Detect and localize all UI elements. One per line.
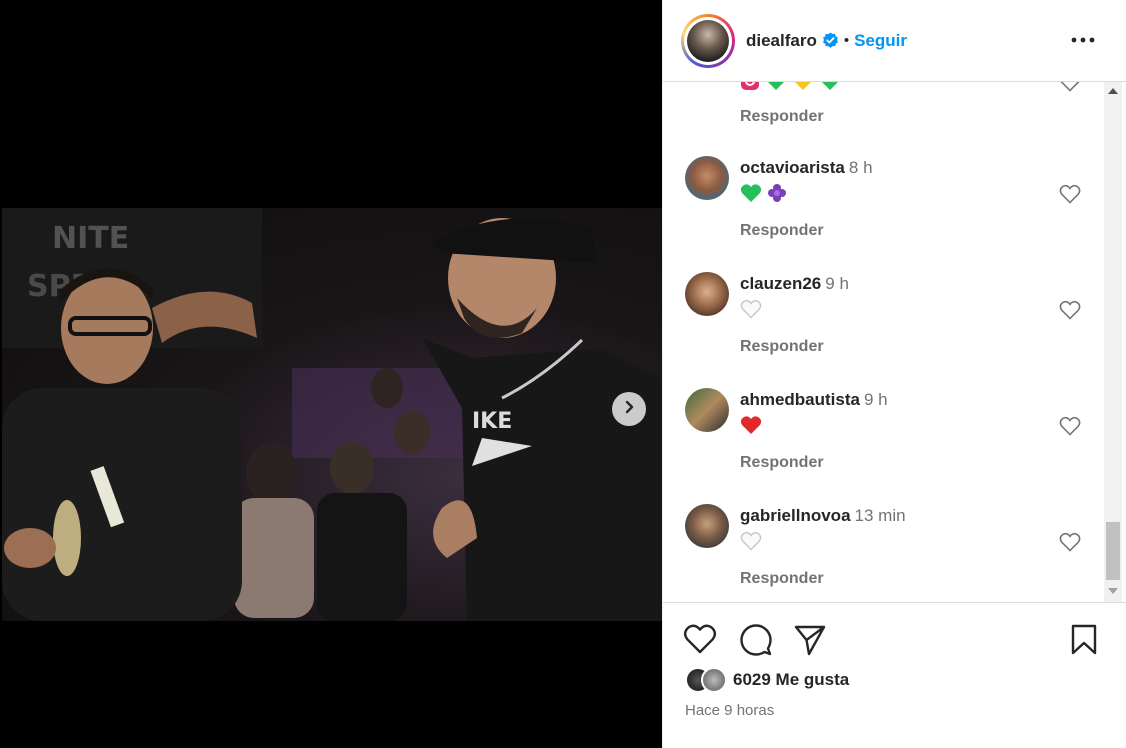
avatar (701, 667, 727, 693)
heart-icon (1059, 82, 1081, 96)
next-photo-button[interactable] (612, 392, 646, 426)
heart-icon (1059, 532, 1081, 556)
reply-button[interactable]: Responder (740, 570, 824, 588)
comments-list: Responder octavioarista 8 h Responder cla… (663, 82, 1104, 602)
scroll-up-arrow-icon[interactable] (1108, 88, 1118, 94)
author-avatar[interactable] (681, 13, 735, 68)
comment-time: 13 min (854, 506, 906, 525)
comment-like-button[interactable] (1059, 416, 1081, 438)
likes-summary[interactable]: 6029 Me gusta (685, 667, 849, 693)
likes-count[interactable]: 6029 Me gusta (733, 670, 849, 690)
bookmark-icon (1069, 624, 1099, 661)
comment-username[interactable]: clauzen26 9 h (740, 274, 849, 294)
heart-icon (1059, 416, 1081, 440)
comment-item: ahmedbautista 9 h Responder (685, 388, 1085, 498)
comment-emojis (740, 531, 762, 556)
chevron-right-icon (622, 400, 636, 419)
comment-time: 8 h (848, 158, 873, 177)
author-username[interactable]: diealfaro (746, 31, 817, 51)
yellow-heart-icon (792, 82, 814, 96)
post-header: diealfaro • Seguir (663, 0, 1126, 82)
comment-like-button[interactable] (1059, 184, 1081, 206)
green-heart-icon (740, 183, 762, 208)
header-separator: • (843, 32, 850, 49)
post-media: NITE SPRT IKE (0, 0, 662, 748)
comment-time: 9 h (825, 274, 849, 293)
svg-text:IKE: IKE (472, 409, 512, 434)
more-options-icon (1071, 30, 1095, 48)
reply-button[interactable]: Responder (740, 338, 824, 356)
save-button[interactable] (1069, 623, 1103, 657)
post-actions: 6029 Me gusta Hace 9 horas (663, 602, 1126, 748)
purple-flower-icon (767, 183, 787, 208)
comment-username[interactable]: gabriellnovoa 13 min (740, 506, 906, 526)
white-heart-icon (740, 531, 762, 556)
comment-like-button[interactable] (1059, 532, 1081, 554)
comment-like-button[interactable] (1059, 82, 1081, 94)
svg-text:NITE: NITE (52, 221, 129, 256)
share-button[interactable] (793, 623, 827, 657)
green-heart-icon (819, 82, 841, 96)
heart-icon (1059, 300, 1081, 324)
post-photo: NITE SPRT IKE (2, 208, 662, 621)
comment-emojis (740, 299, 762, 324)
comment-like-button[interactable] (1059, 300, 1081, 322)
scroll-down-arrow-icon[interactable] (1108, 588, 1118, 594)
heart-icon (683, 624, 717, 659)
reply-button[interactable]: Responder (740, 108, 824, 126)
comment-item: octavioarista 8 h Responder (685, 156, 1085, 266)
follow-button[interactable]: Seguir (854, 31, 907, 51)
like-button[interactable] (683, 623, 717, 657)
avatar[interactable] (685, 388, 729, 432)
red-heart-icon (740, 415, 762, 440)
comment-item: gabriellnovoa 13 min Responder (685, 504, 1085, 602)
comment-icon (739, 624, 773, 661)
instagram-icon (740, 82, 760, 96)
comment-item-partial: Responder (685, 82, 1085, 125)
scrollbar-thumb[interactable] (1106, 522, 1120, 580)
comment-emojis (740, 415, 762, 440)
green-heart-icon (765, 82, 787, 96)
comment-username[interactable]: ahmedbautista 9 h (740, 390, 888, 410)
comment-time: 9 h (863, 390, 888, 409)
verified-badge-icon (822, 32, 839, 49)
white-heart-icon (740, 299, 762, 324)
reply-button[interactable]: Responder (740, 454, 824, 472)
avatar[interactable] (685, 156, 729, 200)
avatar[interactable] (685, 272, 729, 316)
heart-icon (1059, 184, 1081, 208)
comment-emojis (740, 183, 787, 208)
send-icon (793, 625, 827, 661)
comment-username[interactable]: octavioarista 8 h (740, 158, 873, 178)
comment-emojis (740, 82, 841, 94)
avatar[interactable] (685, 504, 729, 548)
reply-button[interactable]: Responder (740, 222, 824, 240)
post-timestamp: Hace 9 horas (685, 702, 775, 719)
more-options-button[interactable] (1070, 26, 1096, 52)
comment-item: clauzen26 9 h Responder (685, 272, 1085, 382)
comments-scrollbar[interactable] (1104, 82, 1122, 602)
comment-button[interactable] (739, 623, 773, 657)
post-side-panel: diealfaro • Seguir Responder octavioaris… (662, 0, 1126, 748)
